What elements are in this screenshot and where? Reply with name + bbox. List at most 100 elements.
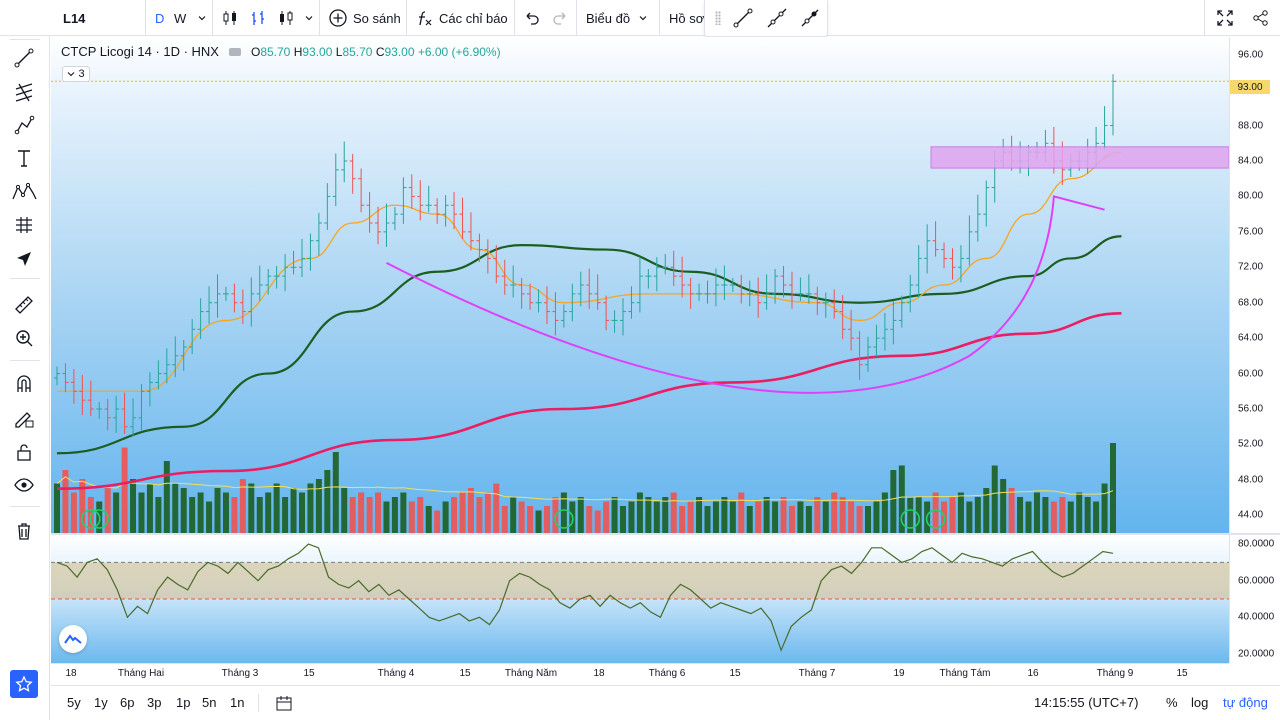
fullscreen-icon[interactable] — [1216, 0, 1234, 36]
price-tick: 52.00 — [1238, 438, 1264, 450]
candle — [417, 180, 424, 221]
oscillator-pane[interactable] — [51, 535, 1229, 663]
candle — [54, 366, 60, 386]
candle — [611, 310, 618, 333]
drag-handle-icon[interactable] — [715, 11, 721, 25]
oscillator-tick: 60.0000 — [1238, 575, 1275, 587]
range-1m-button[interactable]: 1p — [176, 695, 190, 710]
oscillator-scale[interactable]: 80.0000 60.0000 40.0000 20.0000 — [1229, 535, 1280, 663]
volume-bar — [282, 497, 289, 533]
clock-timezone[interactable]: 14:15:55 (UTC+7) — [1034, 695, 1138, 710]
candle — [298, 238, 305, 278]
path-tool-icon[interactable] — [8, 109, 40, 141]
symbol-search-button[interactable]: L14 — [63, 0, 85, 36]
volume-bar — [645, 497, 652, 533]
trend-line-tool-icon[interactable] — [8, 42, 40, 74]
candles-icon[interactable] — [221, 0, 239, 36]
volume-bar — [662, 497, 669, 533]
auto-scale-toggle[interactable]: tự động — [1223, 695, 1268, 710]
candle — [653, 257, 660, 292]
line-tool-icon[interactable] — [727, 0, 760, 36]
interval-week-button[interactable]: W — [174, 0, 186, 36]
text-tool-icon[interactable] — [8, 142, 40, 174]
pattern-tool-icon[interactable] — [8, 176, 40, 208]
volume-bar — [1067, 501, 1074, 533]
interval-dropdown-chevron-icon[interactable] — [197, 0, 207, 36]
volume-bar — [890, 470, 897, 533]
chart-type-chevron-icon[interactable] — [304, 0, 314, 36]
log-scale-toggle[interactable]: log — [1191, 695, 1208, 710]
share-icon[interactable] — [1252, 0, 1270, 36]
candle — [79, 374, 86, 416]
percent-scale-toggle[interactable]: % — [1166, 695, 1178, 710]
legend-visibility-toggle[interactable] — [228, 47, 241, 56]
volume-bar — [881, 492, 888, 533]
ruler-icon[interactable] — [8, 289, 40, 321]
profile-button[interactable]: Hồ sơ — [669, 0, 704, 36]
volume-bar — [1017, 497, 1024, 533]
favorites-star-icon[interactable] — [10, 670, 38, 698]
legend-ohlc: O85.70 H93.00 L85.70 C93.00 +6.00 (+6.90… — [250, 44, 501, 59]
extended-line-tool-icon[interactable] — [794, 0, 827, 36]
last-price-label: 93.00 — [1230, 80, 1270, 94]
volume-bar — [780, 497, 787, 533]
volume-bar — [383, 501, 390, 533]
volume-bar — [138, 492, 145, 533]
indicators-button[interactable]: Các chỉ báo — [416, 0, 508, 36]
zoom-in-icon[interactable] — [8, 322, 40, 354]
candle — [180, 339, 187, 371]
trash-icon[interactable] — [8, 515, 40, 547]
range-1d-button[interactable]: 1n — [230, 695, 244, 710]
hollow-candles-icon[interactable] — [277, 0, 295, 36]
range-1y-button[interactable]: 1y — [94, 695, 108, 710]
candle — [130, 398, 137, 437]
tradingview-logo-icon[interactable] — [59, 625, 87, 653]
volume-bar — [957, 492, 964, 533]
goto-date-calendar-icon[interactable] — [275, 694, 293, 715]
volume-bar — [772, 501, 779, 533]
floating-drawing-toolbar — [704, 0, 828, 37]
time-tick: Tháng 3 — [221, 668, 259, 679]
cursor-arrow-icon[interactable] — [8, 243, 40, 275]
interval-day-button[interactable]: D — [155, 0, 164, 36]
range-6m-button[interactable]: 6p — [120, 695, 134, 710]
chart-menu-label: Biểu đồ — [586, 10, 631, 26]
candle — [273, 265, 280, 289]
candle — [949, 248, 956, 280]
volume-bar — [628, 501, 635, 533]
range-5y-button[interactable]: 5y — [67, 695, 81, 710]
indicator-collapse-button[interactable]: 3 — [62, 66, 90, 82]
compare-button[interactable]: So sánh — [328, 0, 401, 36]
price-scale[interactable]: 96.0092.0088.0084.0080.0076.0072.0068.00… — [1229, 37, 1280, 533]
volume-bar — [290, 488, 297, 533]
volume-bar — [1050, 501, 1057, 533]
forecast-tool-icon[interactable] — [8, 209, 40, 241]
undo-icon[interactable] — [523, 0, 541, 36]
volume-bar — [298, 492, 305, 533]
main-price-chart[interactable] — [51, 37, 1229, 533]
volume-bar — [831, 492, 838, 533]
candle — [442, 195, 449, 227]
redo-icon[interactable] — [551, 0, 569, 36]
time-axis[interactable]: 18 Tháng Hai Tháng 3 15 Tháng 4 15 Tháng Năm 18… — [51, 663, 1229, 685]
pitchfork-tool-icon[interactable] — [8, 76, 40, 108]
volume-bar — [1093, 501, 1100, 533]
range-5d-button[interactable]: 5n — [202, 695, 216, 710]
candle — [425, 185, 432, 213]
volume-bar — [341, 488, 348, 533]
candle — [307, 233, 314, 271]
ray-tool-icon[interactable] — [760, 0, 793, 36]
volume-bar — [611, 497, 618, 533]
bars-icon[interactable] — [249, 0, 267, 36]
legend-change: +6.00 (+6.90%) — [417, 44, 501, 59]
unlock-icon[interactable] — [8, 436, 40, 468]
chart-menu-button[interactable]: Biểu đồ — [586, 0, 648, 36]
candle — [873, 324, 880, 357]
lock-drawing-pencil-icon[interactable] — [8, 402, 40, 434]
volume-bar — [696, 497, 703, 533]
eye-icon[interactable] — [8, 469, 40, 501]
range-3m-button[interactable]: 3p — [147, 695, 161, 710]
volume-bar — [417, 497, 424, 533]
volume-bar — [687, 501, 694, 533]
magnet-icon[interactable] — [8, 368, 40, 400]
